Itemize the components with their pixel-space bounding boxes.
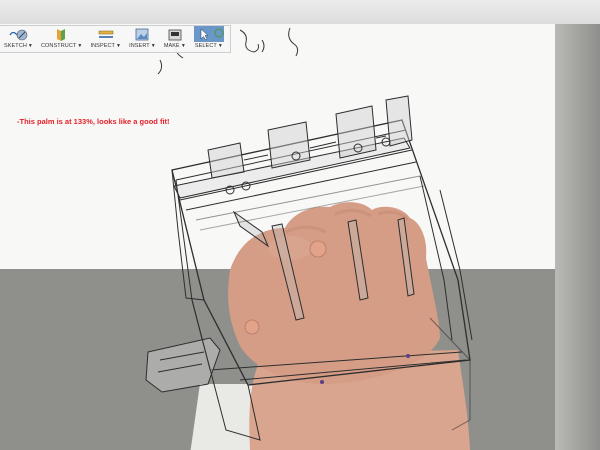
inspect-measure-icon [96,26,116,42]
chevron-down-icon: ▼ [180,43,186,49]
annotation-note: -This palm is at 133%, looks like a good… [17,117,170,126]
canvas-scene [145,27,473,450]
sketch-label: SKETCH [4,43,27,49]
sketch-menu[interactable]: SKETCH▼ [0,26,37,52]
insert-image-icon [132,26,152,42]
construct-plane-icon [52,26,72,42]
select-cursor-icon [193,26,224,42]
select-menu[interactable]: SELECT▼ [190,26,228,52]
chevron-down-icon: ▼ [27,43,33,49]
chevron-down-icon: ▼ [217,43,223,49]
chevron-down-icon: ▼ [77,43,83,49]
chevron-down-icon: ▼ [116,43,122,49]
marker-circle [244,319,260,335]
inspect-label: INSPECT [90,43,116,49]
make-print-icon [165,26,185,42]
inspect-menu[interactable]: INSPECT▼ [86,26,125,52]
fusion-canvas-app: -This palm is at 133%, looks like a good… [0,0,600,450]
fusion-toolbar: SKETCH▼ CONSTRUCT▼ INSPECT▼ INSERT▼ MAKE… [0,25,231,53]
sketch-icon [8,26,28,42]
make-label: MAKE [163,43,180,49]
marker-circle [309,240,327,258]
insert-label: INSERT [129,43,150,49]
select-label: SELECT [194,43,217,49]
marker-dot [320,380,324,384]
insert-menu[interactable]: INSERT▼ [125,26,160,52]
construct-menu[interactable]: CONSTRUCT▼ [37,26,87,52]
marker-dot [406,354,410,358]
make-menu[interactable]: MAKE▼ [160,26,190,52]
construct-label: CONSTRUCT [40,43,77,49]
3d-viewport[interactable]: -This palm is at 133%, looks like a good… [0,24,600,450]
chevron-down-icon: ▼ [150,43,156,49]
window-title-strip [0,0,600,25]
